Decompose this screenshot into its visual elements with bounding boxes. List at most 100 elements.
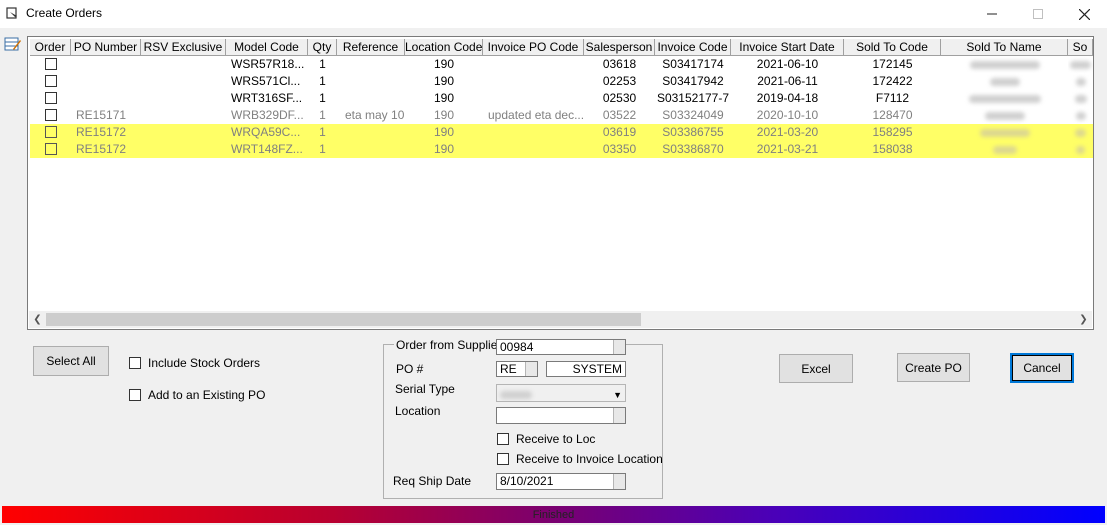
serial-type-label: Serial Type xyxy=(395,382,455,396)
horizontal-scrollbar[interactable]: ❮ ❯ xyxy=(29,311,1092,328)
cell-model: WRQA59C... xyxy=(231,125,301,139)
cell-sold-to-code: 172145 xyxy=(872,57,913,71)
cancel-button[interactable]: Cancel xyxy=(1010,353,1074,383)
column-header[interactable]: Invoice Start Date xyxy=(731,39,844,56)
cell-invoice-code: S03324049 xyxy=(662,108,724,122)
order-checkbox[interactable] xyxy=(44,108,57,121)
column-header[interactable]: Sold To Code xyxy=(844,39,941,56)
select-all-button[interactable]: Select All xyxy=(33,346,109,376)
close-button[interactable] xyxy=(1061,0,1107,28)
table-row[interactable]: RE15172 WRQA59C... 1 190 03619 S03386755 2021-… xyxy=(30,124,1093,141)
supplier-spin-icon[interactable] xyxy=(613,340,625,354)
receive-to-loc-checkbox[interactable]: Receive to Loc xyxy=(497,432,595,446)
cell-po-number: RE15172 xyxy=(76,142,127,156)
excel-button[interactable]: Excel xyxy=(779,354,853,383)
column-header[interactable]: PO Number xyxy=(71,39,141,56)
receive-to-loc-box[interactable] xyxy=(497,433,509,445)
table-row[interactable]: WRT316SF... 1 190 02530 S03152177-7 2019-04-1… xyxy=(30,90,1093,107)
cell-reference: eta may 10 xyxy=(345,108,405,122)
scroll-thumb[interactable] xyxy=(46,313,641,326)
receive-to-invoice-location-checkbox[interactable]: Receive to Invoice Location xyxy=(497,452,663,466)
column-header[interactable]: Reference xyxy=(337,39,405,56)
create-po-button[interactable]: Create PO xyxy=(897,353,970,382)
order-checkbox-cell[interactable] xyxy=(30,124,71,141)
order-checkbox-cell[interactable] xyxy=(30,90,71,107)
chevron-down-icon[interactable]: ▼ xyxy=(613,388,622,401)
app-icon xyxy=(6,7,17,19)
cell-invoice-po xyxy=(483,90,584,107)
date-picker-icon[interactable] xyxy=(613,474,625,489)
redacted-text xyxy=(1076,145,1085,154)
order-checkbox[interactable] xyxy=(44,74,57,87)
po-prefix-value: RE xyxy=(500,362,517,376)
cell-sold-to-name-redacted xyxy=(941,141,1068,158)
column-header[interactable]: Model Code xyxy=(226,39,308,56)
req-ship-date-field[interactable]: 8/10/2021 xyxy=(496,473,626,490)
column-header[interactable]: So xyxy=(1068,39,1093,56)
maximize-icon xyxy=(1033,9,1043,19)
minimize-button[interactable] xyxy=(969,0,1015,28)
cell-sold-to-code: F7112 xyxy=(875,91,910,105)
po-prefix-spin-icon[interactable] xyxy=(525,362,537,376)
cell-so-redacted xyxy=(1068,90,1093,107)
serial-type-select[interactable]: ▼ xyxy=(496,384,626,402)
cell-sold-to-name-redacted xyxy=(941,90,1068,107)
order-checkbox-cell[interactable] xyxy=(30,141,71,158)
cell-po-number: RE15171 xyxy=(76,108,127,122)
column-header[interactable]: Order xyxy=(30,39,71,56)
cell-invoice-code: S03417174 xyxy=(662,57,724,71)
order-checkbox[interactable] xyxy=(44,91,57,104)
column-header[interactable]: Sold To Name xyxy=(941,39,1068,56)
orders-grid[interactable]: Order PO Number RSV Exclusive Model Code Qty… xyxy=(27,36,1094,330)
add-existing-po-checkbox[interactable]: Add to an Existing PO xyxy=(129,388,265,402)
cell-salesperson: 02530 xyxy=(602,91,637,105)
serial-type-redacted xyxy=(500,390,532,399)
order-checkbox[interactable] xyxy=(44,57,57,70)
column-header[interactable]: Invoice Code xyxy=(655,39,731,56)
table-row[interactable]: RE15171 WRB329DF... 1 eta may 10 190 updated … xyxy=(30,107,1093,124)
cell-qty: 1 xyxy=(319,125,326,139)
order-checkbox-cell[interactable] xyxy=(30,56,71,73)
redacted-text xyxy=(1075,77,1086,86)
include-stock-orders-checkbox[interactable]: Include Stock Orders xyxy=(129,356,260,370)
cell-qty: 1 xyxy=(319,57,326,71)
add-existing-po-box[interactable] xyxy=(129,389,141,401)
po-prefix-field[interactable]: RE xyxy=(496,361,538,377)
scroll-right-icon[interactable]: ❯ xyxy=(1076,312,1091,327)
cell-invoice-start: 2021-06-10 xyxy=(756,57,819,71)
table-row[interactable]: RE15172 WRT148FZ... 1 190 03350 S03386870 2021… xyxy=(30,141,1093,158)
column-header[interactable]: Invoice PO Code xyxy=(483,39,584,56)
order-checkbox-cell[interactable] xyxy=(30,107,71,124)
cell-sold-to-name-redacted xyxy=(941,56,1068,73)
column-header[interactable]: RSV Exclusive xyxy=(141,39,226,56)
po-system-field[interactable]: SYSTEM xyxy=(546,361,626,377)
cell-po-number xyxy=(71,73,141,90)
orders-table: Order PO Number RSV Exclusive Model Code Qty… xyxy=(30,39,1093,158)
cell-invoice-start: 2021-06-11 xyxy=(757,74,818,88)
location-spin-icon[interactable] xyxy=(613,408,625,423)
order-checkbox[interactable] xyxy=(44,142,57,155)
location-field[interactable] xyxy=(496,407,626,424)
cell-reference xyxy=(337,124,405,141)
order-checkbox[interactable] xyxy=(44,125,57,138)
grid-settings-icon[interactable] xyxy=(4,36,22,52)
table-row[interactable]: WRS571Cl... 1 190 02253 S03417942 2021-06-11 1… xyxy=(30,73,1093,90)
scroll-left-icon[interactable]: ❮ xyxy=(30,312,45,327)
cell-invoice-start: 2019-04-18 xyxy=(756,91,819,105)
cell-salesperson: 03350 xyxy=(602,142,637,156)
column-header[interactable]: Qty xyxy=(308,39,337,56)
cell-model: WRB329DF... xyxy=(231,108,304,122)
column-header[interactable]: Location Code xyxy=(405,39,483,56)
cell-location: 190 xyxy=(433,142,455,156)
receive-to-invoice-location-box[interactable] xyxy=(497,453,509,465)
supplier-field[interactable]: 00984 xyxy=(496,339,626,355)
title-bar: Create Orders xyxy=(0,0,1107,28)
table-row[interactable]: WSR57R18... 1 190 03618 S03417174 2021-06-10 1… xyxy=(30,56,1093,73)
cell-rsv xyxy=(141,56,226,73)
cell-invoice-code: S03386755 xyxy=(662,125,724,139)
po-system-value: SYSTEM xyxy=(572,362,622,376)
cell-model: WRT148FZ... xyxy=(231,142,303,156)
column-header[interactable]: Salesperson xyxy=(584,39,655,56)
order-checkbox-cell[interactable] xyxy=(30,73,71,90)
include-stock-orders-box[interactable] xyxy=(129,357,141,369)
